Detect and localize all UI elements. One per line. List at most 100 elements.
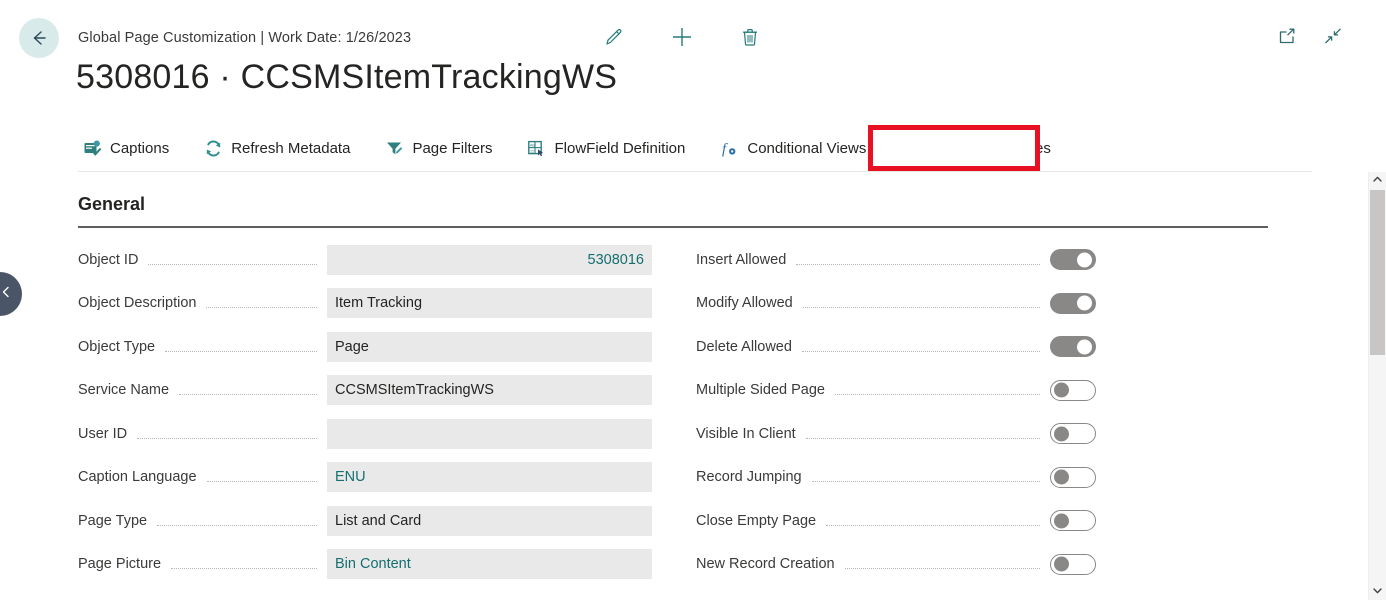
chevron-left-icon (0, 285, 13, 304)
field-label: Caption Language (78, 469, 197, 485)
section-divider (78, 226, 1268, 228)
pencil-icon (603, 26, 625, 53)
page-header: Global Page Customization | Work Date: 1… (0, 0, 1386, 118)
ribbon-label: Captions (110, 140, 169, 157)
collapse-arrows-icon (1322, 25, 1344, 52)
ribbon-item-flowfield-definition[interactable]: AB 12 FlowField Definition (522, 131, 695, 165)
field-row-insert-allowed: Insert Allowed (696, 238, 1096, 282)
ribbon-label: Page Filters (412, 140, 492, 157)
field-value-user-id[interactable] (327, 419, 652, 449)
window-action-group (1274, 25, 1346, 51)
ribbon-item-refresh-metadata[interactable]: Refresh Metadata (199, 131, 360, 165)
field-row-caption-language: Caption Language ENU (78, 456, 652, 500)
minimize-restore-button[interactable] (1320, 25, 1346, 51)
field-row-visible-in-client: Visible In Client (696, 412, 1096, 456)
vertical-scrollbar[interactable] (1368, 172, 1386, 600)
svg-text:12: 12 (530, 149, 534, 153)
arrow-left-icon (28, 27, 50, 49)
toggle-knob (1054, 383, 1069, 398)
fields-right-column: Insert Allowed Modify Allowed Delete All… (696, 238, 1096, 586)
trash-icon (739, 26, 761, 53)
field-row-close-empty-page: Close Empty Page (696, 499, 1096, 543)
leader-dots (137, 437, 317, 439)
breadcrumb: Global Page Customization | Work Date: 1… (78, 30, 411, 46)
toggle-knob (1054, 557, 1069, 572)
leader-dots (148, 263, 317, 265)
toggle-visible-in-client[interactable] (1050, 423, 1096, 444)
open-in-new-window-button[interactable] (1274, 25, 1300, 51)
chevron-up-icon (1372, 172, 1383, 190)
toggle-multiple-sided-page[interactable] (1050, 380, 1096, 401)
field-row-modify-allowed: Modify Allowed (696, 282, 1096, 326)
scroll-up-button[interactable] (1369, 172, 1386, 189)
field-label: Close Empty Page (696, 513, 816, 529)
field-label: Record Jumping (696, 469, 802, 485)
ribbon-label: Refresh Metadata (231, 140, 350, 157)
field-row-multiple-sided-page: Multiple Sided Page (696, 369, 1096, 413)
field-label: Delete Allowed (696, 339, 792, 355)
delete-button[interactable] (736, 24, 764, 54)
leader-dots (206, 306, 317, 308)
content-area: General Object ID 5308016 Object Descrip… (0, 172, 1386, 600)
svg-text:AB: AB (530, 143, 535, 147)
leader-dots (802, 350, 1040, 352)
toggle-new-record-creation[interactable] (1050, 554, 1096, 575)
field-value-page-picture[interactable]: Bin Content (327, 549, 652, 579)
refresh-icon (203, 138, 223, 158)
leader-dots (165, 350, 317, 352)
leader-dots (826, 524, 1040, 526)
field-label: Insert Allowed (696, 252, 786, 268)
toggle-modify-allowed[interactable] (1050, 293, 1096, 314)
field-value-object-id[interactable]: 5308016 (327, 245, 652, 275)
field-label: Object Description (78, 295, 196, 311)
field-row-page-picture: Page Picture Bin Content (78, 543, 652, 587)
ribbon-label: Conditional Views (747, 140, 866, 157)
toggle-close-empty-page[interactable] (1050, 510, 1096, 531)
ribbon-item-page-filters[interactable]: Page Filters (380, 131, 502, 165)
field-label: Visible In Client (696, 426, 796, 442)
scroll-down-button[interactable] (1369, 583, 1386, 600)
leader-dots (812, 480, 1040, 482)
field-label: Page Picture (78, 556, 161, 572)
field-label: User ID (78, 426, 127, 442)
field-row-user-id: User ID (78, 412, 652, 456)
svg-text:f: f (722, 141, 728, 157)
field-label: Page Type (78, 513, 147, 529)
field-label: Service Name (78, 382, 169, 398)
fields-left-column: Object ID 5308016 Object Description Ite… (78, 238, 652, 586)
scrollbar-thumb[interactable] (1370, 190, 1385, 355)
leader-dots (179, 393, 317, 395)
plus-icon (669, 24, 695, 55)
field-label: Object Type (78, 339, 155, 355)
captions-icon (82, 138, 102, 158)
field-value-caption-language[interactable]: ENU (327, 462, 652, 492)
ribbon-label: FlowField Definition (554, 140, 685, 157)
toggle-insert-allowed[interactable] (1050, 249, 1096, 270)
field-value-object-description[interactable]: Item Tracking (327, 288, 652, 318)
field-value-service-name[interactable]: CCSMSItemTrackingWS (327, 375, 652, 405)
ribbon-item-assign-barcodes[interactable]: Assign Barcodes (900, 129, 1065, 167)
field-value-page-type[interactable]: List and Card (327, 506, 652, 536)
leader-dots (806, 437, 1040, 439)
leader-dots (157, 524, 317, 526)
field-value-object-type[interactable]: Page (327, 332, 652, 362)
field-row-service-name: Service Name CCSMSItemTrackingWS (78, 369, 652, 413)
toggle-delete-allowed[interactable] (1050, 336, 1096, 357)
field-label: Modify Allowed (696, 295, 793, 311)
toggle-knob (1077, 252, 1092, 267)
open-external-icon (1276, 25, 1298, 52)
filter-icon (384, 138, 404, 158)
back-button[interactable] (19, 18, 59, 58)
leader-dots (171, 567, 317, 569)
field-row-object-description: Object Description Item Tracking (78, 282, 652, 326)
chevron-down-icon (1372, 583, 1383, 601)
field-label: Multiple Sided Page (696, 382, 825, 398)
edit-button[interactable] (600, 24, 628, 54)
ribbon-item-captions[interactable]: Captions (78, 131, 179, 165)
toggle-record-jumping[interactable] (1050, 467, 1096, 488)
toggle-knob (1054, 470, 1069, 485)
field-row-delete-allowed: Delete Allowed (696, 325, 1096, 369)
new-button[interactable] (668, 24, 696, 54)
ribbon-item-conditional-views[interactable]: f Conditional Views (715, 131, 876, 165)
field-row-object-type: Object Type Page (78, 325, 652, 369)
